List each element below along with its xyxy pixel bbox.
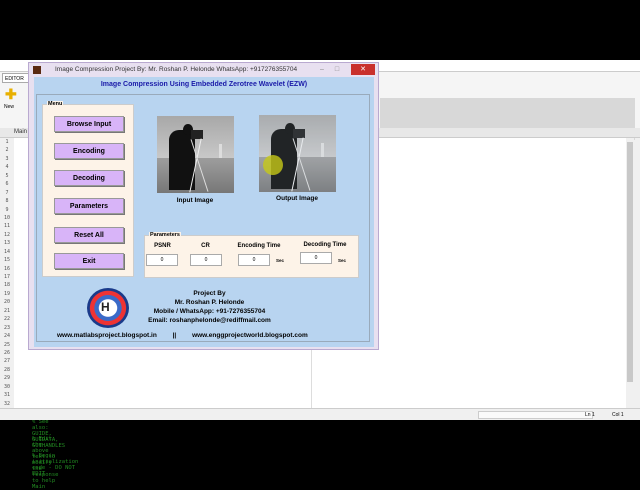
minimize-icon[interactable]: – (316, 64, 328, 75)
output-image-caption: Output Image (276, 195, 318, 202)
line-number: 25 (3, 341, 11, 348)
line-number: 5 (5, 172, 9, 179)
line-number: 20 (3, 299, 11, 306)
line-number: 4 (5, 164, 9, 171)
contact-mobile: Mobile / WhatsApp: +91-7276355704 (153, 308, 266, 315)
encoding-time-field[interactable]: 0 (238, 254, 270, 266)
author-name: Mr. Roshan P. Helonde (174, 299, 245, 306)
status-bar: Ln 1 Col 1 (0, 408, 640, 420)
line-number: 22 (3, 316, 11, 323)
encoding-unit: Sec (276, 258, 285, 263)
line-number: 31 (3, 392, 11, 399)
line-number: 13 (3, 240, 11, 247)
line-number: 17 (3, 274, 11, 280)
parameters-button[interactable]: Parameters (54, 198, 124, 214)
line-numbers: 1 2 3 4 5 6 7 8 9 10 11 12 13 14 15 16 17 18 19 20 21 22 23 24 2… (0, 138, 14, 408)
cr-label: CR (201, 243, 210, 249)
encoding-time-label: Encoding Time (237, 243, 281, 249)
decoding-button[interactable]: Decoding (54, 170, 124, 186)
line-number: 24 (3, 333, 11, 340)
line-number: 12 (3, 231, 11, 238)
scrollbar[interactable] (626, 138, 634, 408)
line-number: 8 (5, 198, 9, 205)
line-number: 23 (3, 324, 11, 331)
menu-panel: Menu Browse Input Encoding Decoding Para… (42, 101, 134, 277)
decoding-time-label: Decoding Time (303, 242, 347, 248)
line-number: 32 (3, 400, 11, 407)
new-icon[interactable]: ✚ (5, 87, 17, 101)
decoding-time-field[interactable]: 0 (300, 252, 332, 264)
line-number: 7 (5, 189, 9, 196)
line-number: 14 (3, 248, 11, 255)
logo: H (87, 288, 129, 328)
line-number: 6 (5, 181, 9, 188)
reset-all-button[interactable]: Reset All (54, 227, 124, 243)
line-number: 30 (3, 383, 11, 390)
parameters-label: Parameters (149, 232, 181, 238)
decoding-unit: Sec (338, 258, 347, 263)
scroll-thumb[interactable] (627, 142, 633, 382)
links: www.matlabsproject.blogspot.in || www.en… (57, 332, 308, 339)
col-indicator: Col 1 (612, 412, 624, 418)
link-separator: || (172, 332, 177, 339)
line-number: 3 (5, 155, 9, 162)
psnr-field[interactable]: 0 (146, 254, 178, 266)
input-image (157, 116, 234, 193)
output-image (259, 115, 336, 192)
new-button[interactable]: New (4, 104, 14, 110)
cr-field[interactable]: 0 (190, 254, 222, 266)
figure-title: Image Compression Project By: Mr. Roshan… (55, 66, 298, 73)
figure-titlebar[interactable]: Image Compression Project By: Mr. Roshan… (29, 63, 378, 77)
exit-button[interactable]: Exit (54, 253, 124, 269)
line-number: 15 (3, 257, 11, 264)
figure-window: Image Compression Project By: Mr. Roshan… (28, 62, 379, 350)
parameters-panel: Parameters PSNR 0 CR 0 Encoding Time 0 S… (144, 232, 359, 278)
browse-input-button[interactable]: Browse Input (54, 116, 124, 132)
matlab-icon (33, 66, 41, 74)
line-number: 29 (3, 375, 11, 382)
line-number: 2 (5, 147, 9, 154)
line-number: 27 (3, 358, 11, 365)
line-number: 19 (3, 290, 11, 297)
contact-email: Email: roshanphelonde@rediffmail.com (148, 317, 271, 324)
status-box (478, 411, 593, 419)
psnr-label: PSNR (154, 243, 171, 249)
menu-label: Menu (47, 101, 64, 107)
project-by: Project By (193, 290, 226, 297)
line-indicator: Ln 1 (585, 412, 595, 418)
line-number: 16 (3, 265, 11, 272)
line-number: 21 (3, 307, 11, 314)
line-number: 1 (5, 139, 9, 145)
figure-body: Image Compression Using Embedded Zerotre… (34, 77, 374, 347)
input-image-caption: Input Image (176, 197, 214, 204)
line-number: 10 (3, 214, 11, 221)
link-enggprojectworld[interactable]: www.enggprojectworld.blogspot.com (192, 332, 308, 339)
encoding-button[interactable]: Encoding (54, 143, 124, 159)
cursor-highlight (263, 155, 283, 175)
line-number: 28 (3, 366, 11, 373)
tab-main[interactable]: Main (14, 129, 27, 135)
maximize-icon[interactable]: □ (331, 64, 343, 75)
main-panel: Menu Browse Input Encoding Decoding Para… (36, 94, 370, 342)
line-number: 18 (3, 282, 11, 289)
code-line: % Begin initialization code - DO NOT EDI… (32, 452, 79, 477)
line-number: 26 (3, 349, 11, 356)
line-number: 11 (3, 223, 11, 230)
link-matlabsproject[interactable]: www.matlabsproject.blogspot.in (57, 332, 157, 339)
app-heading: Image Compression Using Embedded Zerotre… (100, 81, 308, 88)
close-icon[interactable]: ✕ (351, 64, 375, 75)
line-number: 9 (5, 206, 9, 213)
